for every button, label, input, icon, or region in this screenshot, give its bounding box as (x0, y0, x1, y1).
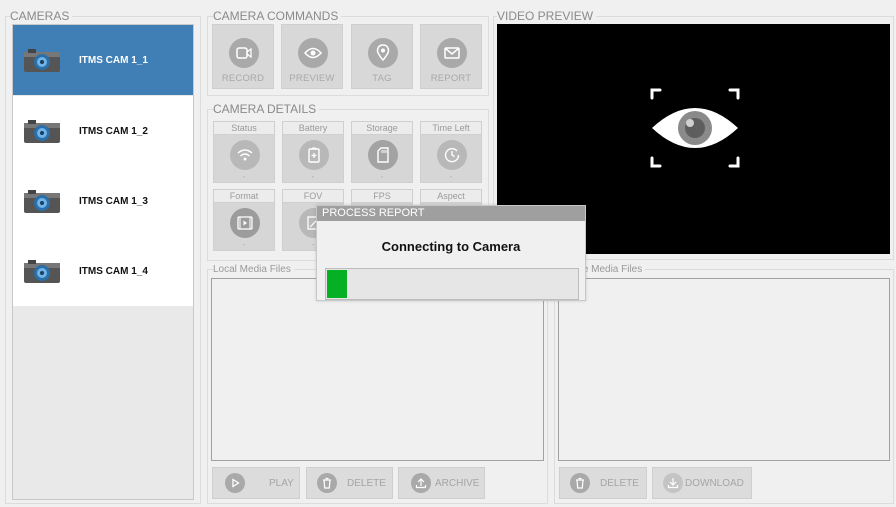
archive-label: ARCHIVE (435, 477, 480, 489)
camera-item-label: ITMS CAM 1_4 (79, 265, 148, 277)
film-icon (230, 208, 260, 238)
camera-details-title: CAMERA DETAILS (213, 102, 320, 116)
camera-item-4[interactable]: ITMS CAM 1_4 (13, 236, 193, 306)
preview-label: PREVIEW (289, 73, 335, 84)
dialog-message: Connecting to Camera (381, 239, 521, 254)
local-delete-label: DELETE (347, 477, 386, 489)
preview-eye-icon (650, 88, 740, 168)
tag-label: TAG (372, 73, 392, 84)
battery-value: - (311, 172, 315, 181)
local-delete-button[interactable]: DELETE (306, 467, 393, 499)
tag-button[interactable]: TAG (351, 24, 413, 89)
dialog-title: PROCESS REPORT (317, 206, 585, 221)
download-button[interactable]: DOWNLOAD (652, 467, 752, 499)
format-value: - (242, 240, 246, 249)
camera-item-1[interactable]: ITMS CAM 1_1 (13, 25, 193, 95)
play-icon (225, 473, 245, 493)
report-button[interactable]: REPORT (420, 24, 482, 89)
storage-value: - (380, 172, 384, 181)
fps-label: FPS (352, 190, 412, 203)
preview-button[interactable]: PREVIEW (281, 24, 343, 89)
time-left-value: - (449, 172, 453, 181)
status-tile: Status - (213, 121, 275, 183)
remote-media-title: te Media Files (580, 263, 646, 277)
format-tile: Format - (213, 189, 275, 251)
camera-list: ITMS CAM 1_1 ITMS CAM 1_2 ITMS CAM 1_3 I… (12, 24, 194, 500)
play-button[interactable]: PLAY (212, 467, 300, 499)
status-value: - (242, 172, 246, 181)
remote-delete-label: DELETE (600, 477, 639, 489)
location-pin-icon (368, 38, 398, 68)
video-camera-icon (229, 38, 259, 68)
battery-label: Battery (283, 122, 343, 135)
camera-item-label: ITMS CAM 1_2 (79, 125, 148, 137)
upload-icon (411, 473, 431, 493)
archive-button[interactable]: ARCHIVE (398, 467, 485, 499)
remote-media-list[interactable] (558, 278, 890, 461)
local-media-list[interactable] (211, 278, 544, 461)
wifi-icon (230, 140, 260, 170)
battery-tile: Battery - (282, 121, 344, 183)
video-preview-title: VIDEO PREVIEW (497, 9, 597, 23)
progress-fill (327, 270, 348, 298)
battery-icon (299, 140, 329, 170)
trash-icon (317, 473, 337, 493)
process-report-dialog: PROCESS REPORT Connecting to Camera (316, 205, 586, 301)
record-label: RECORD (221, 73, 265, 84)
fov-label: FOV (283, 190, 343, 203)
camera-icon (23, 47, 61, 73)
camera-icon (23, 258, 61, 284)
download-label: DOWNLOAD (685, 477, 744, 489)
camera-item-3[interactable]: ITMS CAM 1_3 (13, 166, 193, 236)
remote-delete-button[interactable]: DELETE (559, 467, 647, 499)
time-left-tile: Time Left - (420, 121, 482, 183)
camera-icon (23, 188, 61, 214)
download-icon (663, 473, 683, 493)
record-button[interactable]: RECORD (212, 24, 274, 89)
camera-item-label: ITMS CAM 1_3 (79, 195, 148, 207)
trash-icon (570, 473, 590, 493)
camera-commands-title: CAMERA COMMANDS (213, 9, 342, 23)
progress-bar (325, 268, 579, 300)
local-media-title: Local Media Files (213, 263, 294, 277)
envelope-icon (437, 38, 467, 68)
clock-icon (437, 140, 467, 170)
format-label: Format (214, 190, 274, 203)
storage-tile: Storage - (351, 121, 413, 183)
cameras-title: CAMERAS (10, 9, 73, 23)
report-label: REPORT (430, 73, 472, 84)
play-label: PLAY (269, 477, 294, 489)
camera-item-label: ITMS CAM 1_1 (79, 54, 148, 66)
eye-icon (298, 38, 328, 68)
status-label: Status (214, 122, 274, 135)
camera-item-2[interactable]: ITMS CAM 1_2 (13, 96, 193, 166)
storage-label: Storage (352, 122, 412, 135)
sd-card-icon (368, 140, 398, 170)
camera-icon (23, 118, 61, 144)
aspect-label: Aspect (421, 190, 481, 203)
time-left-label: Time Left (421, 122, 481, 135)
